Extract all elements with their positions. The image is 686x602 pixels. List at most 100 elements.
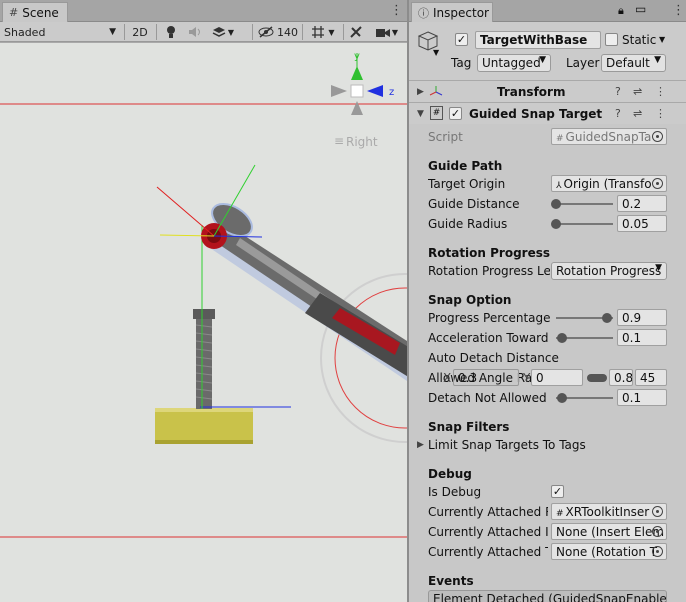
context-menu-icon[interactable]: ⋮ bbox=[655, 107, 666, 120]
angle-z-field[interactable]: 0.8 bbox=[609, 369, 633, 386]
script-icon: # bbox=[556, 509, 564, 519]
guide-distance-slider-knob[interactable] bbox=[551, 199, 561, 209]
tab-inspector[interactable]: ⓘ Inspector bbox=[411, 2, 493, 22]
limit-snap-row[interactable]: ▶ Limit Snap Targets To Tags bbox=[409, 435, 686, 455]
angle-w-field[interactable]: 45 bbox=[635, 369, 667, 386]
tab-scene[interactable]: # Scene bbox=[2, 2, 68, 22]
shading-mode-dropdown[interactable]: Shaded ▼ bbox=[4, 23, 118, 41]
attached-t-label: Currently Attached Ta bbox=[428, 545, 548, 559]
active-checkbox[interactable]: ✓ bbox=[455, 33, 468, 46]
object-picker-icon[interactable] bbox=[652, 178, 663, 189]
acceleration-field[interactable]: 0.1 bbox=[617, 329, 667, 346]
acceleration-slider-knob[interactable] bbox=[556, 333, 567, 343]
attached-in-row: Currently Attached In None (Insert Elem bbox=[409, 522, 686, 542]
tools-button[interactable] bbox=[346, 23, 366, 41]
transform-header[interactable]: ▶ Transform ? ⇌ ⋮ bbox=[409, 80, 686, 102]
snap-option-header: Snap Option bbox=[428, 293, 512, 307]
lock-toggle-icon[interactable]: ▭ bbox=[635, 2, 646, 16]
object-picker-icon[interactable] bbox=[652, 526, 663, 537]
acceleration-row: Acceleration Towards 0.1 bbox=[409, 328, 686, 348]
detach-not-allowed-field[interactable]: 0.1 bbox=[617, 389, 667, 406]
inspector-panel: ▼ ✓ TargetWithBase Static ▼ Tag Untagged… bbox=[409, 22, 686, 602]
object-header: ▼ ✓ TargetWithBase Static ▼ Tag Untagged… bbox=[409, 22, 686, 82]
toggle-2d-label: 2D bbox=[132, 25, 148, 39]
bolt[interactable] bbox=[193, 309, 215, 409]
tag-value: Untagged bbox=[482, 56, 541, 70]
target-origin-value: Origin (Transfo bbox=[563, 177, 652, 191]
is-debug-checkbox[interactable]: ✓ bbox=[551, 485, 564, 498]
preset-icon[interactable]: ⇌ bbox=[633, 85, 642, 98]
auto-detach-label: Auto Detach Distance bbox=[428, 351, 559, 365]
toggle-2d-button[interactable]: 2D bbox=[128, 23, 152, 41]
target-origin-field[interactable]: ⅄ Origin (Transfo bbox=[551, 175, 667, 192]
attached-r-label: Currently Attached Ri bbox=[428, 505, 548, 519]
help-icon[interactable]: ? bbox=[615, 107, 621, 120]
scene-canvas[interactable]: y z bbox=[0, 43, 407, 602]
script-field: # GuidedSnapTa bbox=[551, 128, 667, 145]
script-value: GuidedSnapTa bbox=[565, 130, 652, 144]
wrench[interactable] bbox=[201, 197, 407, 383]
guided-snap-target-header[interactable]: ▼ # ✓ Guided Snap Target (Sc ? ⇌ ⋮ bbox=[409, 102, 686, 124]
object-name-field[interactable]: TargetWithBase bbox=[475, 31, 601, 49]
guide-radius-row: Guide Radius 0.05 bbox=[409, 214, 686, 234]
chevron-down-icon[interactable]: ▼ bbox=[659, 35, 665, 44]
help-icon[interactable]: ? bbox=[615, 85, 621, 98]
progress-percentage-label: Progress Percentage bbox=[428, 311, 551, 325]
guide-radius-slider-knob[interactable] bbox=[551, 219, 561, 229]
events-list-item[interactable]: Element Detached (GuidedSnapEnabled bbox=[428, 590, 667, 602]
grid-dropdown[interactable]: ▼ bbox=[305, 23, 341, 41]
tag-dropdown[interactable]: Untagged ▼ bbox=[477, 54, 551, 72]
events-header: Events bbox=[428, 574, 474, 588]
chevron-down-icon: ▼ bbox=[328, 27, 335, 37]
angle-x-label: X bbox=[443, 371, 452, 385]
audio-toggle[interactable] bbox=[184, 23, 206, 41]
attached-in-field[interactable]: None (Insert Elem bbox=[551, 523, 667, 540]
chevron-right-icon[interactable]: ▶ bbox=[417, 440, 424, 450]
hash-icon: # bbox=[9, 6, 19, 19]
object-picker-icon[interactable] bbox=[652, 506, 663, 517]
chevron-down-icon[interactable]: ▼ bbox=[417, 109, 424, 119]
orientation-gizmo[interactable] bbox=[331, 53, 383, 115]
limit-snap-label[interactable]: Limit Snap Targets To Tags bbox=[428, 438, 586, 452]
component-enabled-checkbox[interactable]: ✓ bbox=[449, 107, 462, 120]
angle-x-field[interactable]: 0.3 bbox=[453, 369, 519, 386]
progress-percentage-slider-knob[interactable] bbox=[602, 313, 613, 323]
angle-y-field[interactable]: 0 bbox=[531, 369, 583, 386]
chevron-down-icon: ▼ bbox=[109, 27, 116, 37]
progress-percentage-field[interactable]: 0.9 bbox=[617, 309, 667, 326]
scene-menu-icon[interactable]: ⋮ bbox=[390, 3, 403, 18]
eye-slash-icon bbox=[258, 26, 274, 38]
view-mode-icon[interactable]: ≡ bbox=[334, 134, 344, 148]
camera-dropdown[interactable]: ▼ bbox=[370, 23, 404, 41]
layer-dropdown[interactable]: Default ▼ bbox=[601, 54, 666, 72]
context-menu-icon[interactable]: ⋮ bbox=[655, 85, 666, 98]
chevron-down-icon[interactable]: ▼ bbox=[433, 48, 439, 57]
attached-t-field[interactable]: None (Rotation T bbox=[551, 543, 667, 560]
guide-distance-slider[interactable] bbox=[556, 203, 613, 205]
attached-r-field[interactable]: # XRToolkitInser bbox=[551, 503, 667, 520]
base-block[interactable] bbox=[155, 408, 253, 444]
detach-not-allowed-label: Detach Not Allowed I bbox=[428, 391, 546, 405]
debug-header: Debug bbox=[428, 467, 472, 481]
object-picker-icon[interactable] bbox=[652, 546, 663, 557]
chevron-right-icon[interactable]: ▶ bbox=[417, 87, 424, 97]
script-label: Script bbox=[428, 130, 463, 144]
lighting-toggle[interactable] bbox=[160, 23, 182, 41]
guide-distance-field[interactable]: 0.2 bbox=[617, 195, 667, 212]
scene-toolbar: Shaded ▼ 2D ▼ 140 ▼ ▼ bbox=[0, 22, 407, 42]
static-label: Static bbox=[622, 33, 657, 47]
preset-icon[interactable]: ⇌ bbox=[633, 107, 642, 120]
scene-visibility-toggle[interactable]: 140 bbox=[256, 23, 300, 41]
lock-icon[interactable]: 🔒︎ bbox=[618, 4, 624, 18]
guide-radius-slider[interactable] bbox=[556, 223, 613, 225]
detach-not-allowed-slider-knob[interactable] bbox=[556, 393, 567, 403]
scene-viewport[interactable]: y z ≡ Right bbox=[0, 43, 407, 602]
static-checkbox[interactable] bbox=[605, 33, 618, 46]
effects-dropdown[interactable]: ▼ bbox=[208, 23, 238, 41]
angle-range-slider[interactable] bbox=[587, 374, 607, 382]
rotation-progress-len-dropdown[interactable]: Rotation Progress ▼ bbox=[551, 262, 667, 280]
inspector-menu-icon[interactable]: ⋮ bbox=[672, 3, 685, 18]
gizmo-y-label: y bbox=[354, 51, 360, 62]
guide-path-header: Guide Path bbox=[428, 159, 503, 173]
guide-radius-field[interactable]: 0.05 bbox=[617, 215, 667, 232]
